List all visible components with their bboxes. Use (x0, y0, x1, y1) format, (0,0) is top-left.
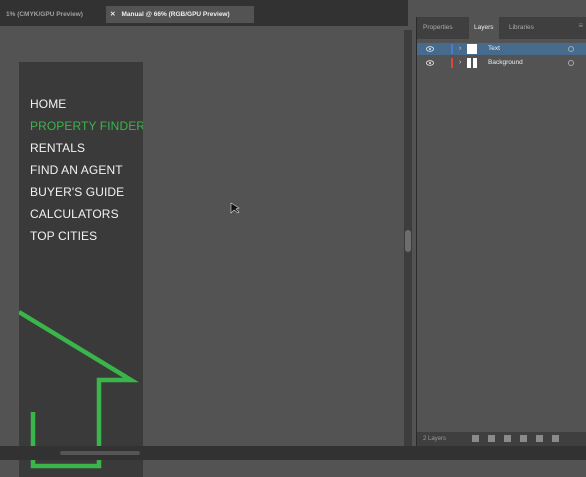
new-layer-icon[interactable] (536, 435, 543, 442)
chevron-right-icon[interactable]: › (459, 57, 461, 69)
horizontal-scrollbar-thumb[interactable] (60, 451, 140, 455)
new-sublayer-icon[interactable] (520, 435, 527, 442)
layer-thumbnail (467, 58, 477, 68)
export-icon[interactable] (472, 435, 479, 442)
layer-count: 2 Layers (423, 436, 447, 442)
cursor-pointer-icon (230, 201, 240, 219)
document-tab-label: 1% (CMYK/GPU Preview) (6, 11, 83, 18)
layers-panel: Properties Layers Libraries ≡ › Text › B… (416, 17, 586, 446)
target-circle-icon[interactable] (568, 46, 574, 52)
layer-color-indicator (451, 58, 453, 68)
tab-libraries[interactable]: Libraries (509, 17, 534, 39)
nav-item-top-cities[interactable]: TOP CITIES (30, 229, 97, 243)
scrollbar-thumb[interactable] (405, 230, 411, 252)
document-tab-bar: 1% (CMYK/GPU Preview) ✕ Manual @ 66% (RGB… (0, 0, 408, 26)
delete-icon[interactable] (552, 435, 559, 442)
nav-item-property-finder[interactable]: PROPERTY FINDER (30, 119, 143, 133)
eye-icon[interactable] (426, 60, 434, 66)
footer-icons (472, 435, 559, 442)
panel-footer: 2 Layers (417, 432, 586, 446)
make-clip-mask-icon[interactable] (504, 435, 511, 442)
vertical-scrollbar[interactable] (404, 30, 412, 450)
artboard[interactable]: HOME PROPERTY FINDER RENTALS FIND AN AGE… (19, 62, 143, 477)
locate-icon[interactable] (488, 435, 495, 442)
document-tab-cmyk[interactable]: 1% (CMYK/GPU Preview) (6, 6, 106, 23)
document-tab-manual[interactable]: ✕ Manual @ 66% (RGB/GPU Preview) (106, 6, 254, 23)
tab-layers[interactable]: Layers (469, 17, 499, 39)
layer-row-background[interactable]: › Background (417, 57, 586, 69)
chevron-right-icon[interactable]: › (459, 43, 461, 55)
nav-item-find-an-agent[interactable]: FIND AN AGENT (30, 163, 123, 177)
artboard-canvas[interactable]: HOME PROPERTY FINDER RENTALS FIND AN AGE… (0, 26, 403, 477)
close-icon[interactable]: ✕ (110, 6, 115, 23)
status-bar (0, 446, 586, 460)
nav-item-buyers-guide[interactable]: BUYER'S GUIDE (30, 185, 124, 199)
layer-thumbnail (467, 44, 477, 54)
nav-item-rentals[interactable]: RENTALS (30, 141, 85, 155)
nav-item-home[interactable]: HOME (30, 97, 66, 111)
layer-name[interactable]: Text (488, 43, 500, 55)
target-circle-icon[interactable] (568, 60, 574, 66)
layer-row-text[interactable]: › Text (417, 43, 586, 55)
layer-color-indicator (451, 44, 453, 54)
layer-name[interactable]: Background (488, 57, 523, 69)
document-tab-label: Manual @ 66% (RGB/GPU Preview) (121, 11, 230, 18)
panel-tab-bar: Properties Layers Libraries ≡ (417, 17, 586, 39)
panel-menu-icon[interactable]: ≡ (578, 21, 583, 30)
eye-icon[interactable] (426, 46, 434, 52)
nav-item-calculators[interactable]: CALCULATORS (30, 207, 119, 221)
tab-properties[interactable]: Properties (423, 17, 453, 39)
